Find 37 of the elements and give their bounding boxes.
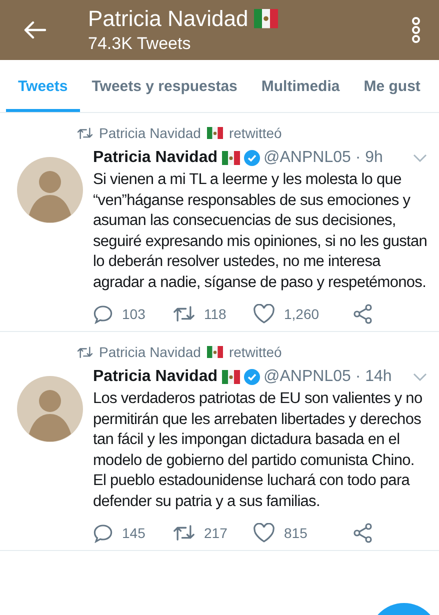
- retweet-button[interactable]: 217: [173, 524, 253, 542]
- author-name[interactable]: Patricia Navidad: [93, 368, 218, 386]
- retweet-icon: [77, 126, 93, 140]
- retweet-label: retwitteó: [228, 344, 282, 360]
- retweeted-by: Patricia Navidad: [99, 344, 201, 360]
- retweet-arrows-icon: [173, 305, 195, 323]
- retweet-arrows-icon: [173, 524, 195, 542]
- avatar[interactable]: [17, 376, 83, 442]
- tweet-text: Los verdaderos patriotas de EU son valientes y no permitirán que les arrebaten libertades y derechos tan fácil y les impongan dictadura basada en el modelo de gobierno del partido comunista Chino. El pueblo estadounidense luchará con todo para defender su patria y a sus familias.: [93, 389, 424, 512]
- flag-icon: [254, 9, 278, 29]
- profile-tab[interactable]: Multimedia: [249, 60, 352, 112]
- profile-tab[interactable]: Me gust: [352, 60, 432, 112]
- flag-icon: [206, 346, 223, 358]
- retweet-label: retwitteó: [228, 125, 282, 141]
- profile-tab[interactable]: Tweets: [6, 60, 80, 112]
- reply-icon: [93, 524, 113, 542]
- flag-icon: [206, 126, 223, 140]
- flag-icon: [222, 150, 240, 166]
- heart-icon: [253, 523, 275, 543]
- avatar[interactable]: [17, 157, 83, 223]
- reply-button[interactable]: 145: [93, 524, 173, 542]
- tweet-text: Si vienen a mi TL a leerme y les molesta lo que “ven”háganse responsables de sus emociones y asuman las consecuencias de sus decisiones, seguiré expresando mis opiniones, si no les gustan lo deberán resolver ustedes, no me interesa agradar a nadie, síganse de paso y respetémonos.: [93, 170, 428, 292]
- like-button[interactable]: 815: [253, 523, 349, 543]
- handle-time: @ANPNL05 · 14h: [264, 368, 393, 386]
- author-name[interactable]: Patricia Navidad: [93, 149, 218, 167]
- profile-name: Patricia Navidad: [88, 6, 248, 32]
- profile-tab[interactable]: Tweets y respuestas: [80, 60, 250, 112]
- retweet-button[interactable]: 118: [173, 305, 253, 323]
- retweet-icon: [77, 346, 93, 358]
- flag-icon: [222, 370, 240, 384]
- like-button[interactable]: 1,260: [253, 304, 349, 324]
- reply-icon: [93, 304, 113, 324]
- heart-icon: [253, 304, 275, 324]
- reply-button[interactable]: 103: [93, 304, 173, 324]
- tweet-count: 74.3K Tweets: [88, 34, 192, 54]
- handle-time: @ANPNL05 · 9h: [264, 149, 384, 167]
- retweeted-by: Patricia Navidad: [99, 125, 201, 141]
